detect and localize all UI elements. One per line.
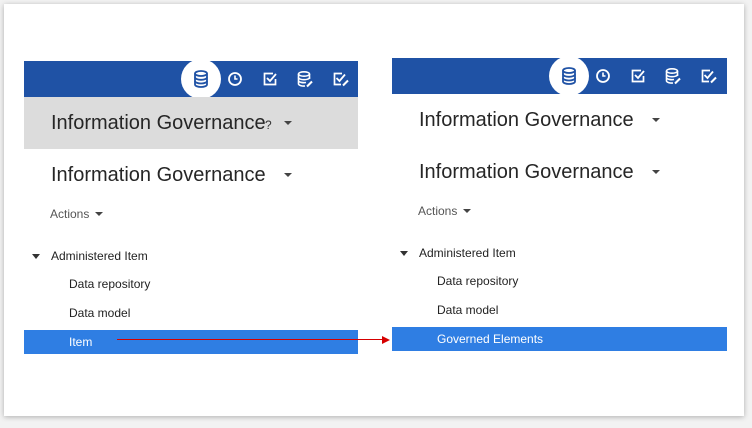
right-topbar bbox=[392, 56, 727, 96]
database-edit-icon[interactable] bbox=[658, 58, 688, 94]
database-edit-icon[interactable] bbox=[290, 61, 320, 97]
left-panel: Information Governance ? Information Gov… bbox=[24, 59, 358, 355]
actions-menu[interactable]: Actions bbox=[418, 204, 472, 218]
tree-item[interactable]: Data model bbox=[392, 298, 727, 322]
comparison-arrow-line bbox=[117, 339, 383, 340]
checkbox-icon[interactable] bbox=[255, 61, 285, 97]
database-icon[interactable] bbox=[181, 59, 221, 99]
help-mark[interactable]: ? bbox=[265, 118, 272, 132]
actions-label: Actions bbox=[50, 207, 90, 221]
left-subheader-row: Information Governance bbox=[24, 149, 358, 201]
tree-item[interactable]: Data repository bbox=[24, 272, 358, 296]
page-title: Information Governance bbox=[51, 111, 266, 134]
actions-label: Actions bbox=[418, 204, 458, 218]
tree-expand-toggle[interactable] bbox=[32, 254, 40, 259]
header-dropdown-caret[interactable] bbox=[284, 121, 292, 125]
actions-menu[interactable]: Actions bbox=[50, 207, 104, 221]
tree-expand-toggle[interactable] bbox=[400, 251, 408, 256]
subheader-title: Information Governance bbox=[419, 160, 634, 183]
tree-item-selected[interactable]: Item bbox=[24, 330, 358, 354]
subheader-dropdown-caret[interactable] bbox=[652, 170, 660, 174]
actions-caret bbox=[463, 209, 472, 213]
tree-item-label: Data model bbox=[437, 303, 499, 317]
checklist-edit-icon[interactable] bbox=[693, 58, 723, 94]
right-header-row: Information Governance bbox=[392, 94, 727, 146]
left-header-row: Information Governance ? bbox=[24, 97, 358, 149]
tree-item[interactable]: Data repository bbox=[392, 269, 727, 293]
tree-item-selected[interactable]: Governed Elements bbox=[392, 327, 727, 351]
subheader-dropdown-caret[interactable] bbox=[284, 173, 292, 177]
tree-item-label: Data repository bbox=[437, 274, 519, 288]
left-topbar bbox=[24, 59, 358, 99]
tree-item[interactable]: Data model bbox=[24, 301, 358, 325]
page-title: Information Governance bbox=[419, 108, 634, 131]
comparison-arrow-head bbox=[382, 336, 390, 344]
right-subheader-row: Information Governance bbox=[392, 146, 727, 198]
tree-item-label: Data repository bbox=[69, 277, 151, 291]
database-icon[interactable] bbox=[549, 56, 589, 96]
tree-item-label: Data model bbox=[69, 306, 131, 320]
tree-item-label: Governed Elements bbox=[437, 332, 544, 346]
right-panel: Information Governance Information Gover… bbox=[392, 56, 727, 352]
tree-root-label[interactable]: Administered Item bbox=[419, 246, 516, 260]
checklist-edit-icon[interactable] bbox=[325, 61, 355, 97]
header-dropdown-caret[interactable] bbox=[652, 118, 660, 122]
subheader-title: Information Governance bbox=[51, 163, 266, 186]
tree-item-label: Item bbox=[69, 335, 93, 349]
tree-root-label[interactable]: Administered Item bbox=[51, 249, 148, 263]
clock-icon[interactable] bbox=[220, 61, 250, 97]
clock-icon[interactable] bbox=[588, 58, 618, 94]
actions-caret bbox=[95, 212, 104, 216]
checkbox-icon[interactable] bbox=[623, 58, 653, 94]
